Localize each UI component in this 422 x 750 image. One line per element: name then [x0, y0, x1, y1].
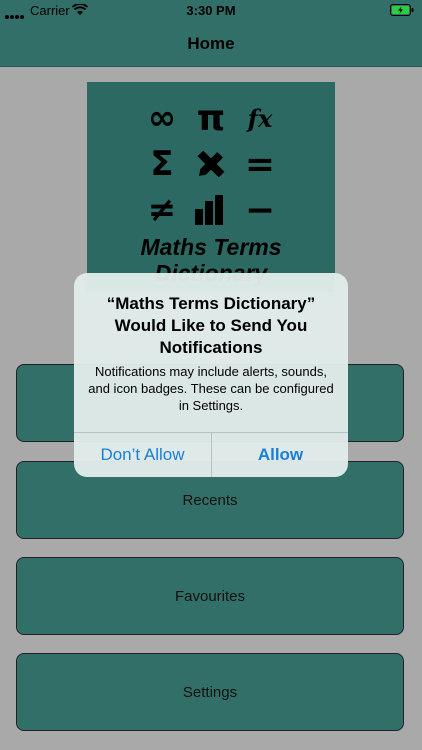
favourites-button[interactable]: Favourites: [16, 557, 404, 635]
status-bar: Carrier 3:30 PM: [0, 0, 422, 22]
not-equal-icon: ≠: [147, 190, 177, 230]
settings-label: Settings: [182, 683, 238, 701]
alert-message: Notifications may include alerts, sounds…: [88, 364, 334, 413]
minus-icon: −: [244, 189, 276, 231]
alert-title: “Maths Terms Dictionary” Would Like to S…: [106, 294, 316, 357]
sigma-icon: Σ: [150, 144, 174, 184]
favourites-label: Favourites: [174, 587, 246, 605]
infinity-icon: ∞: [147, 98, 177, 138]
notification-permission-alert: “Maths Terms Dictionary” Would Like to S…: [74, 273, 348, 477]
settings-button[interactable]: Settings: [16, 653, 404, 731]
bar-chart-icon: [188, 190, 234, 230]
page-title: Home: [187, 34, 235, 53]
recents-label: Recents: [182, 491, 238, 509]
dont-allow-button[interactable]: Don’t Allow: [74, 433, 211, 477]
allow-button[interactable]: Allow: [212, 433, 348, 477]
equals-icon: =: [244, 143, 276, 185]
function-icon: fx: [247, 103, 273, 133]
battery-charging-icon: [390, 4, 414, 16]
pi-icon: π: [196, 97, 226, 139]
nav-bar: Home: [0, 22, 422, 67]
app-logo: ∞ π fx Σ = ≠ − Maths Terms Dictionary: [87, 82, 335, 292]
logo-title-line1: Maths Terms: [140, 234, 282, 260]
status-time: 3:30 PM: [186, 3, 236, 18]
pencil-ruler-icon: [188, 144, 234, 184]
